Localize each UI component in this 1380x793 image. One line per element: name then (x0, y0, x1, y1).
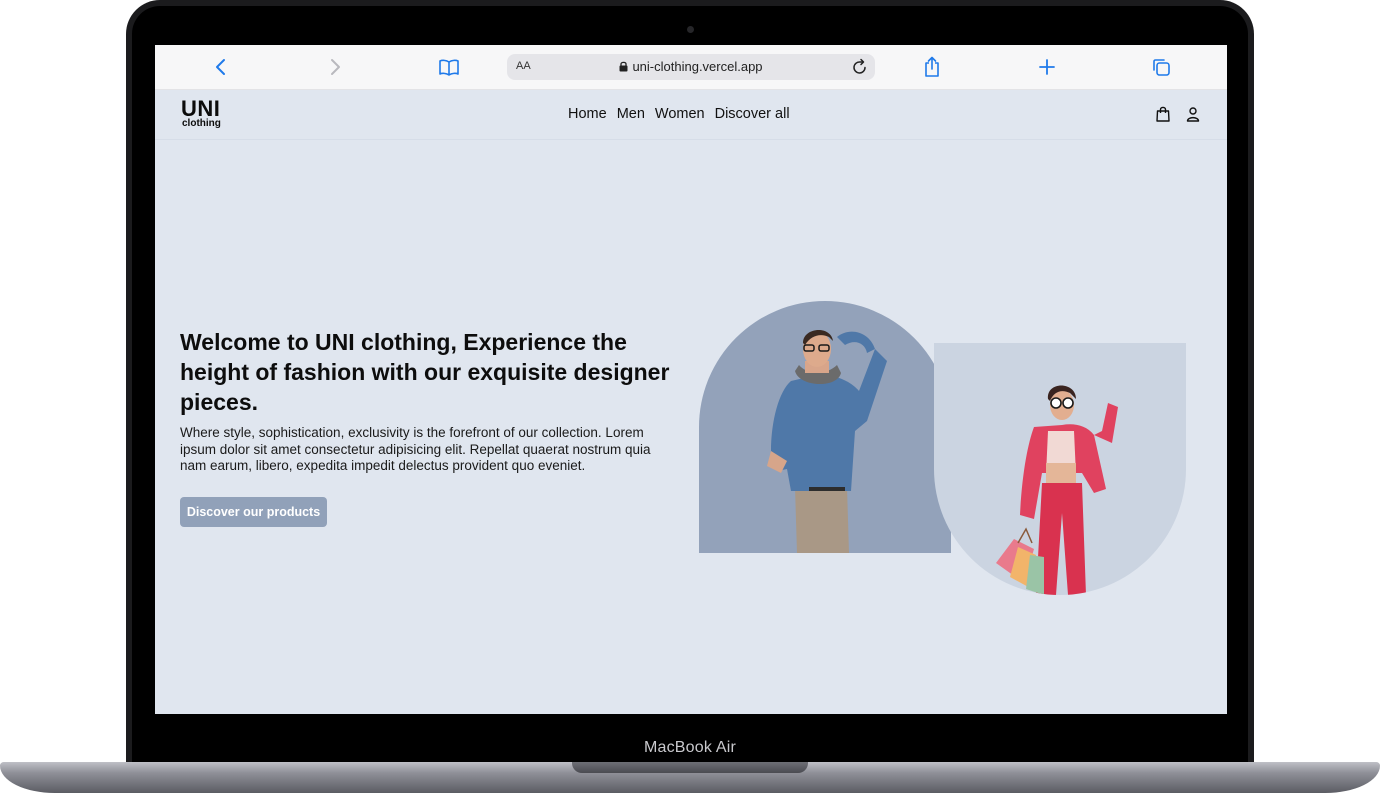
back-icon[interactable] (209, 55, 233, 79)
nav-women[interactable]: Women (655, 106, 705, 122)
tabs-icon[interactable] (1149, 55, 1173, 79)
nav-discover-all[interactable]: Discover all (715, 106, 790, 122)
hero-image-men (699, 301, 951, 553)
url-text: uni-clothing.vercel.app (632, 59, 763, 74)
hero-image-women (934, 343, 1186, 595)
user-icon[interactable] (1184, 105, 1202, 123)
hero-description: Where style, sophistication, exclusivity… (180, 425, 651, 473)
lock-icon (619, 60, 628, 75)
screen: AA uni-clothing.vercel.app UNI clothing … (155, 45, 1227, 714)
nav-men[interactable]: Men (617, 106, 645, 122)
hero-title: Welcome to UNI clothing, Experience the … (180, 329, 670, 415)
laptop-notch (572, 762, 808, 773)
device-brand-label: MacBook Air (643, 739, 736, 756)
reload-icon[interactable] (852, 58, 868, 80)
main-nav: Home Men Women Discover all (568, 106, 790, 122)
nav-home[interactable]: Home (568, 106, 607, 122)
address-bar[interactable]: AA uni-clothing.vercel.app (507, 54, 875, 80)
site-header: UNI clothing Home Men Women Discover all (155, 89, 1227, 140)
cart-bag-icon[interactable] (1154, 105, 1172, 123)
bookmarks-icon[interactable] (437, 55, 461, 79)
discover-products-button[interactable]: Discover our products (180, 497, 327, 527)
camera (687, 26, 694, 33)
new-tab-icon[interactable] (1035, 55, 1059, 79)
logo-subtitle: clothing (182, 118, 221, 129)
forward-icon[interactable] (323, 55, 347, 79)
share-icon[interactable] (920, 55, 944, 79)
browser-toolbar: AA uni-clothing.vercel.app (155, 45, 1227, 90)
